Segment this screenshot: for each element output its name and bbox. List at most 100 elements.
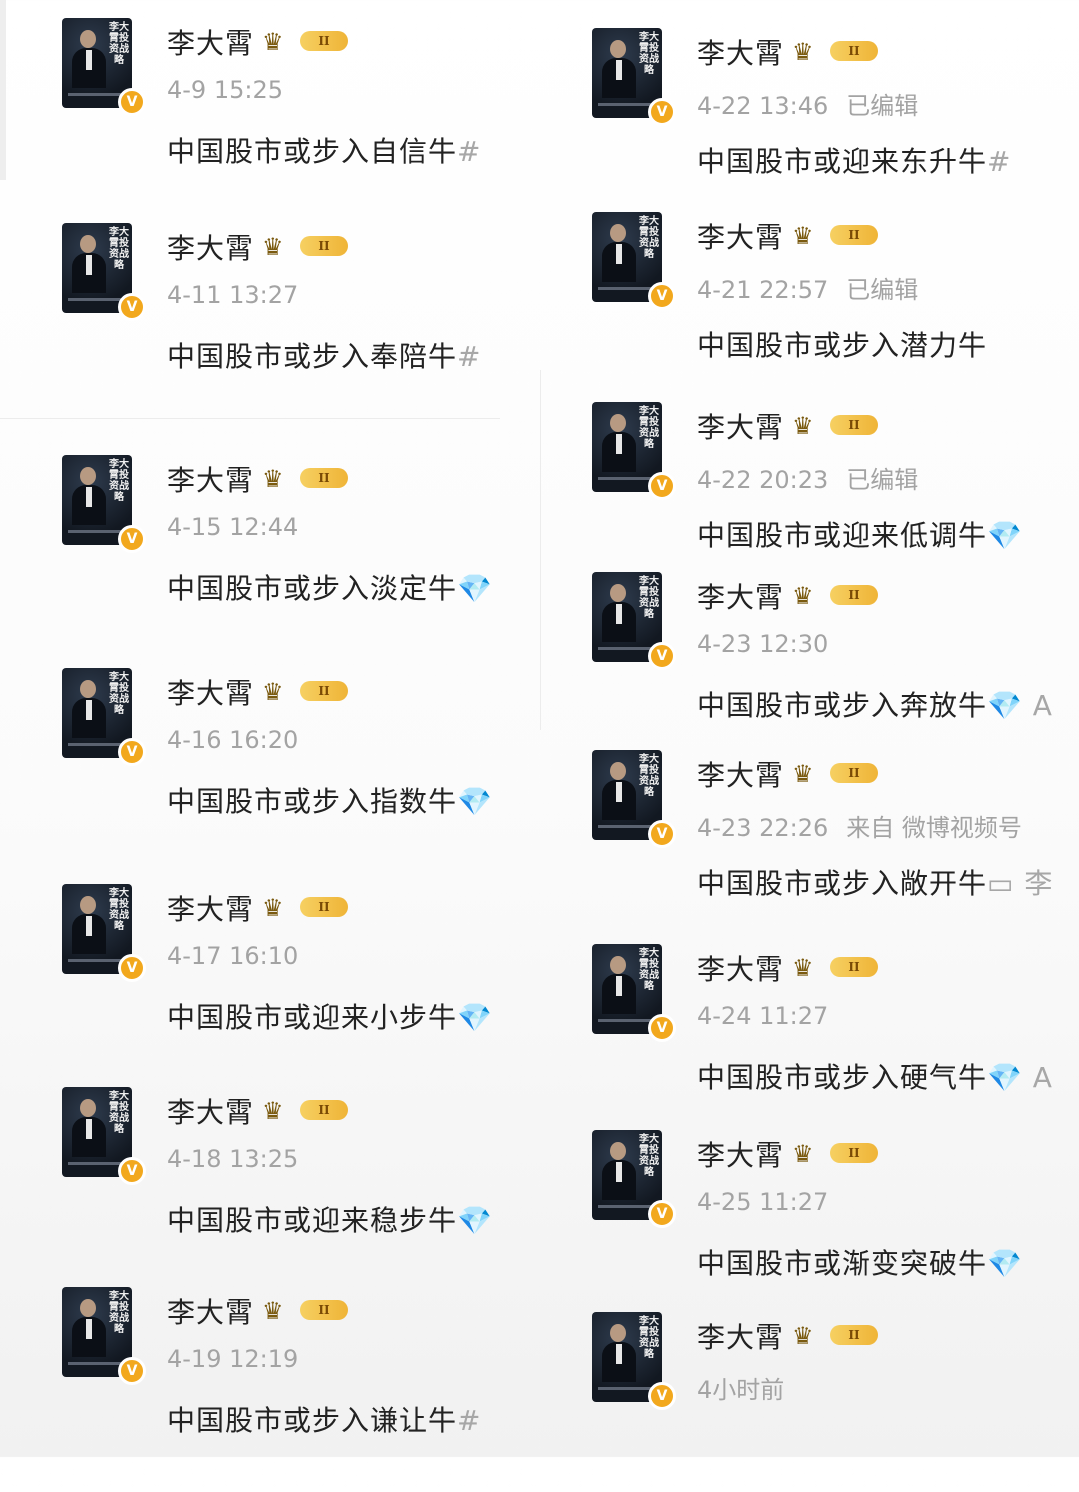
author-name[interactable]: 李大霄 <box>167 227 254 267</box>
post-text: 中国股市或迎来稳步牛 <box>167 1204 458 1237</box>
weibo-post[interactable]: 李大霄投资战略 V 李大霄 ♛ II 4-21 22:57 已编辑 中国股市或步入… <box>592 212 1072 392</box>
post-time[interactable]: 4-23 22:26 <box>697 814 828 842</box>
post-time[interactable]: 4-17 16:10 <box>167 942 298 970</box>
post-content[interactable]: 中国股市或步入指数牛💎 <box>167 780 493 820</box>
author-name[interactable]: 李大霄 <box>167 1291 254 1331</box>
post-content[interactable]: 中国股市或步入潜力牛 <box>697 324 987 364</box>
author-name[interactable]: 李大霄 <box>697 32 784 72</box>
vip-badge[interactable]: ♛ II <box>792 412 887 440</box>
post-text: 中国股市或步入指数牛 <box>167 785 458 818</box>
vip-badge[interactable]: ♛ II <box>262 1097 357 1125</box>
post-time[interactable]: 4小时前 <box>697 1376 784 1404</box>
vip-badge[interactable]: ♛ II <box>792 954 887 982</box>
vip-level: II <box>830 415 878 435</box>
post-meta: 4-23 12:30 <box>697 630 846 658</box>
author-name[interactable]: 李大霄 <box>697 754 784 794</box>
avatar-book-strip <box>598 477 654 480</box>
weibo-post[interactable]: 李大霄投资战略 V 李大霄 ♛ II 4-22 13:46 已编辑 中国股市或迎来… <box>592 28 1072 208</box>
post-text: 中国股市或步入奔放牛 <box>697 689 988 722</box>
avatar-book-title: 李大霄投资战略 <box>109 459 129 503</box>
author-name[interactable]: 李大霄 <box>167 888 254 928</box>
post-content[interactable]: 中国股市或步入自信牛# <box>167 130 481 170</box>
vip-badge[interactable]: ♛ II <box>262 894 357 922</box>
vip-level: II <box>300 236 348 256</box>
avatar-shirt <box>616 60 622 80</box>
vip-badge[interactable]: ♛ II <box>262 1297 357 1325</box>
post-content[interactable]: 中国股市或步入奔放牛💎 A <box>697 684 1053 724</box>
post-time[interactable]: 4-21 22:57 <box>697 276 828 304</box>
vip-level: II <box>300 681 348 701</box>
post-meta: 4-9 15:25 <box>167 76 301 104</box>
vip-badge[interactable]: ♛ II <box>792 760 887 788</box>
vip-badge[interactable]: ♛ II <box>792 1322 887 1350</box>
verified-badge-icon: V <box>648 1014 676 1042</box>
post-content[interactable]: 中国股市或迎来东升牛# <box>697 140 1011 180</box>
post-content[interactable]: 中国股市或步入淡定牛💎 <box>167 567 493 607</box>
post-time[interactable]: 4-15 12:44 <box>167 513 298 541</box>
author-name[interactable]: 李大霄 <box>697 406 784 446</box>
post-time[interactable]: 4-16 16:20 <box>167 726 298 754</box>
vip-badge[interactable]: ♛ II <box>792 1140 887 1168</box>
author-name[interactable]: 李大霄 <box>697 1134 784 1174</box>
post-time[interactable]: 4-25 11:27 <box>697 1188 828 1216</box>
author-name[interactable]: 李大霄 <box>697 576 784 616</box>
author-name[interactable]: 李大霄 <box>167 672 254 712</box>
vip-badge[interactable]: ♛ II <box>792 582 887 610</box>
crown-icon: ♛ <box>792 412 814 440</box>
weibo-post[interactable]: 李大霄投资战略 V 李大霄 ♛ II 4-16 16:20 中国股市或步入指数牛… <box>62 668 542 848</box>
avatar-book-title: 李大霄投资战略 <box>109 672 129 716</box>
post-content[interactable]: 中国股市或步入敞开牛▭ 李 <box>697 862 1053 902</box>
vip-badge[interactable]: ♛ II <box>262 465 357 493</box>
vip-badge[interactable]: ♛ II <box>262 678 357 706</box>
post-time[interactable]: 4-22 20:23 <box>697 466 828 494</box>
post-content[interactable]: 中国股市或渐变突破牛💎 <box>697 1242 1023 1282</box>
post-content[interactable]: 中国股市或步入硬气牛💎 A <box>697 1056 1053 1096</box>
author-name[interactable]: 李大霄 <box>697 948 784 988</box>
weibo-post[interactable]: 李大霄投资战略 V 李大霄 ♛ II 4-19 12:19 中国股市或步入谦让牛… <box>62 1287 542 1467</box>
weibo-post[interactable]: 李大霄投资战略 V 李大霄 ♛ II 4-25 11:27 中国股市或渐变突破牛… <box>592 1130 1072 1310</box>
weibo-post[interactable]: 李大霄投资战略 V 李大霄 ♛ II 4-15 12:44 中国股市或步入淡定牛… <box>62 455 542 635</box>
weibo-post[interactable]: 李大霄投资战略 V 李大霄 ♛ II 4-22 20:23 已编辑 中国股市或迎来… <box>592 402 1072 582</box>
post-content[interactable]: 中国股市或迎来低调牛💎 <box>697 514 1023 554</box>
post-time[interactable]: 4-9 15:25 <box>167 76 283 104</box>
avatar-book-strip <box>598 1019 654 1022</box>
weibo-post[interactable]: 李大霄投资战略 V 李大霄 ♛ II 4-24 11:27 中国股市或步入硬气牛… <box>592 944 1072 1124</box>
weibo-post[interactable]: 李大霄投资战略 V 李大霄 ♛ II 4-23 22:26 来自 微博视频号 中国… <box>592 750 1072 930</box>
weibo-post[interactable]: 李大霄投资战略 V 李大霄 ♛ II 4-18 13:25 中国股市或迎来稳步牛… <box>62 1087 542 1267</box>
post-meta: 4-25 11:27 <box>697 1188 846 1216</box>
author-name[interactable]: 李大霄 <box>167 459 254 499</box>
post-time[interactable]: 4-19 12:19 <box>167 1345 298 1373</box>
post-text: 中国股市或步入自信牛 <box>167 135 458 168</box>
post-time[interactable]: 4-18 13:25 <box>167 1145 298 1173</box>
vip-badge[interactable]: ♛ II <box>262 28 357 56</box>
weibo-post[interactable]: 李大霄投资战略 V 李大霄 ♛ II 4-11 13:27 中国股市或步入奉陪牛… <box>62 223 542 403</box>
vip-badge[interactable]: ♛ II <box>792 222 887 250</box>
post-time[interactable]: 4-22 13:46 <box>697 92 828 120</box>
post-meta: 4-15 12:44 <box>167 513 316 541</box>
weibo-post[interactable]: 李大霄投资战略 V 李大霄 ♛ II 4小时前 <box>592 1312 1072 1492</box>
avatar-book-strip <box>68 298 124 301</box>
post-content[interactable]: 中国股市或步入奉陪牛# <box>167 335 481 375</box>
vip-badge[interactable]: ♛ II <box>792 38 887 66</box>
post-time[interactable]: 4-24 11:27 <box>697 1002 828 1030</box>
post-content[interactable]: 中国股市或迎来小步牛💎 <box>167 996 493 1036</box>
avatar-face <box>80 467 96 485</box>
post-tail: ▭ 李 <box>987 867 1054 900</box>
author-name[interactable]: 李大霄 <box>167 22 254 62</box>
post-content[interactable]: 中国股市或迎来稳步牛💎 <box>167 1199 493 1239</box>
avatar-shirt <box>616 1162 622 1182</box>
author-name[interactable]: 李大霄 <box>697 216 784 256</box>
post-time[interactable]: 4-11 13:27 <box>167 281 298 309</box>
post-meta: 4-24 11:27 <box>697 1002 846 1030</box>
author-name[interactable]: 李大霄 <box>697 1316 784 1356</box>
post-time[interactable]: 4-23 12:30 <box>697 630 828 658</box>
post-content[interactable]: 中国股市或步入谦让牛# <box>167 1399 481 1439</box>
weibo-post[interactable]: 李大霄投资战略 V 李大霄 ♛ II 4-9 15:25 中国股市或步入自信牛# <box>62 18 542 198</box>
avatar-shirt <box>616 604 622 624</box>
weibo-post[interactable]: 李大霄投资战略 V 李大霄 ♛ II 4-23 12:30 中国股市或步入奔放牛… <box>592 572 1072 752</box>
vip-badge[interactable]: ♛ II <box>262 233 357 261</box>
verified-badge-icon: V <box>118 88 146 116</box>
crown-icon: ♛ <box>262 1297 284 1325</box>
author-name[interactable]: 李大霄 <box>167 1091 254 1131</box>
weibo-post[interactable]: 李大霄投资战略 V 李大霄 ♛ II 4-17 16:10 中国股市或迎来小步牛… <box>62 884 542 1064</box>
